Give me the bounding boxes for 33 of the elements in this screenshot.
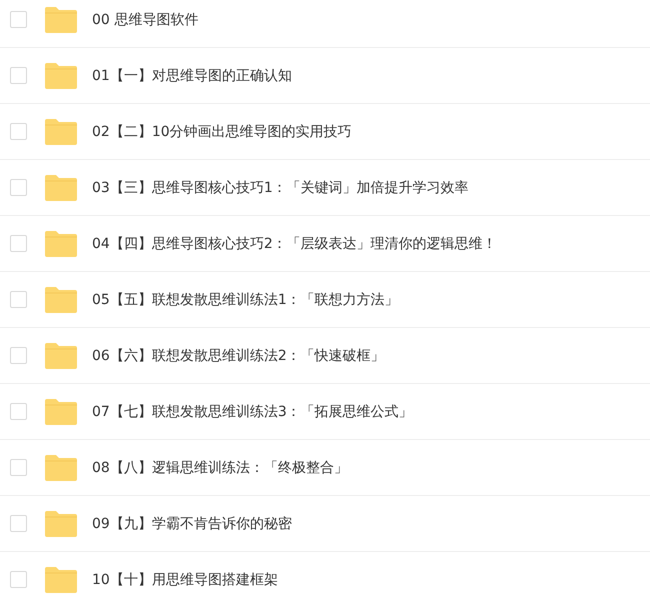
- checkbox[interactable]: [10, 571, 27, 588]
- folder-name[interactable]: 08【八】逻辑思维训练法：「终极整合」: [92, 458, 348, 476]
- folder-name[interactable]: 09【九】学霸不肯告诉你的秘密: [92, 514, 292, 532]
- checkbox[interactable]: [10, 459, 27, 476]
- folder-name[interactable]: 06【六】联想发散思维训练法2：「快速破框」: [92, 346, 385, 364]
- folder-icon: [45, 6, 77, 32]
- checkbox[interactable]: [10, 291, 27, 308]
- folder-icon: [45, 510, 77, 536]
- folder-icon: [45, 230, 77, 256]
- folder-name[interactable]: 07【七】联想发散思维训练法3：「拓展思维公式」: [92, 402, 413, 420]
- folder-icon: [45, 566, 77, 592]
- checkbox[interactable]: [10, 235, 27, 252]
- folder-icon: [45, 62, 77, 88]
- folder-icon: [45, 174, 77, 200]
- folder-icon: [45, 286, 77, 312]
- checkbox[interactable]: [10, 11, 27, 28]
- checkbox[interactable]: [10, 403, 27, 420]
- folder-icon: [45, 454, 77, 480]
- folder-icon: [45, 118, 77, 144]
- folder-name[interactable]: 01【一】对思维导图的正确认知: [92, 66, 292, 84]
- folder-name[interactable]: 10【十】用思维导图搭建框架: [92, 570, 278, 588]
- folder-icon: [45, 342, 77, 368]
- checkbox[interactable]: [10, 67, 27, 84]
- folder-name[interactable]: 03【三】思维导图核心技巧1：「关键词」加倍提升学习效率: [92, 178, 469, 196]
- checkbox[interactable]: [10, 347, 27, 364]
- folder-name[interactable]: 02【二】10分钟画出思维导图的实用技巧: [92, 122, 352, 140]
- checkbox[interactable]: [10, 515, 27, 532]
- checkbox[interactable]: [10, 179, 27, 196]
- folder-name[interactable]: 05【五】联想发散思维训练法1：「联想力方法」: [92, 290, 399, 308]
- folder-name[interactable]: 04【四】思维导图核心技巧2：「层级表达」理清你的逻辑思维！: [92, 234, 497, 252]
- folder-name[interactable]: 00 思维导图软件: [92, 10, 198, 28]
- checkbox[interactable]: [10, 123, 27, 140]
- folder-icon: [45, 398, 77, 424]
